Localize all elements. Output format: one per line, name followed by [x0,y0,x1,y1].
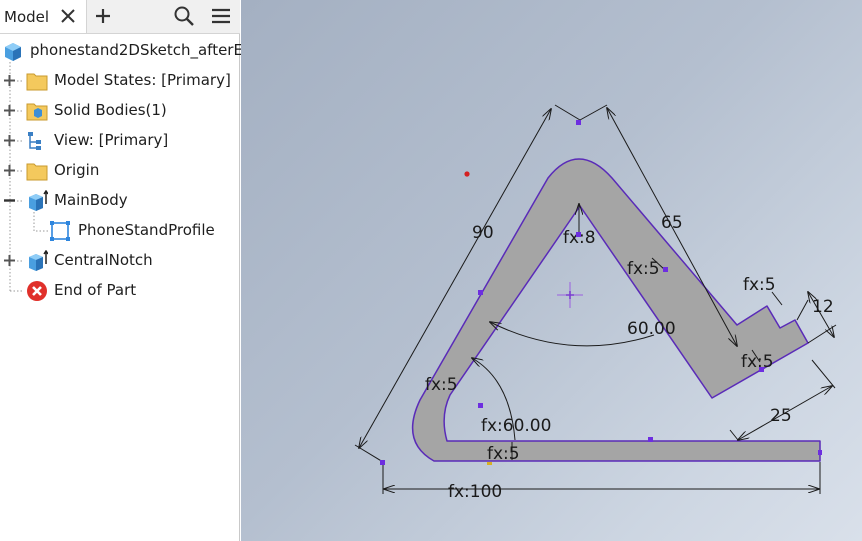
sketch-icon [50,221,70,241]
dim-angle-top-label[interactable]: 60.00 [627,319,676,339]
dim-90-label[interactable]: 90 [472,223,494,243]
close-icon[interactable] [57,5,79,27]
dim-fx5-inner[interactable]: fx:5 [741,349,774,372]
tree-item-origin[interactable]: Origin [0,159,240,183]
tree-item-label: Model States: [Primary] [54,71,231,89]
tree-item-label: View: [Primary] [54,131,169,149]
expand-icon[interactable] [3,104,16,117]
dim-angle-left[interactable]: fx:60.00 [472,358,551,441]
tab-model-label: Model [4,8,50,26]
tree-root[interactable]: phonestand2DSketch_afterExt [0,39,258,63]
tree-item-model-states[interactable]: Model States: [Primary] [0,69,240,93]
dim-fx100[interactable]: fx:100 [382,462,821,502]
origin-point [464,171,470,177]
search-icon[interactable] [173,5,195,27]
graphics-viewport[interactable]: 90 65 fx:8 fx:5 fx:5 12 60.00 fx:5 fx:5 … [241,0,862,541]
expand-icon[interactable] [3,164,16,177]
expand-icon[interactable] [3,134,16,147]
tree-item-label: End of Part [54,281,137,299]
dim-25-label[interactable]: 25 [770,406,792,426]
expand-icon[interactable] [3,254,16,267]
dim-angle-left-label[interactable]: fx:60.00 [481,416,551,436]
dim-angle-top[interactable]: 60.00 [490,319,676,347]
tree-item-label: CentralNotch [54,251,153,269]
model-browser: Model phonestand2DSketch_afterExt Model … [0,0,258,541]
dim-fx5-left[interactable]: fx:5 [425,375,458,395]
tree-item-mainbody[interactable]: MainBody [0,189,240,213]
dim-fx5-notch[interactable]: fx:5 [743,275,783,306]
dim-fx5-left-label[interactable]: fx:5 [425,375,458,395]
root-label: phonestand2DSketch_afterExt [30,41,258,59]
tree-item-label: PhoneStandProfile [78,221,215,239]
tree-item-phonestandprofile[interactable]: PhoneStandProfile [0,219,240,243]
phone-stand-profile[interactable] [411,158,821,462]
part-icon [5,43,21,61]
dim-65-label[interactable]: 65 [661,213,683,233]
dim-fx5-inner-label[interactable]: fx:5 [741,352,774,372]
expand-icon[interactable] [3,74,16,87]
hamburger-menu-icon[interactable] [210,5,232,27]
view-rep-icon [28,132,41,150]
tree-item-end-of-part[interactable]: End of Part [0,279,240,303]
folder-icon [26,163,48,181]
dim-fx8-label[interactable]: fx:8 [563,228,596,248]
dim-fx5-bottom-label[interactable]: fx:5 [487,444,520,464]
extrude-feature-icon [29,250,48,271]
dim-fx5-right-label[interactable]: fx:5 [627,259,660,279]
tree-item-view[interactable]: View: [Primary] [0,129,240,153]
dim-fx100-label[interactable]: fx:100 [448,482,502,502]
tree-item-label: MainBody [54,191,128,209]
extrude-feature-icon [29,190,48,211]
tree-item-centralnotch[interactable]: CentralNotch [0,249,240,273]
folder-icon [26,73,48,91]
sketch-canvas[interactable]: 90 65 fx:8 fx:5 fx:5 12 60.00 fx:5 fx:5 … [241,0,862,541]
dim-fx5-notch-label[interactable]: fx:5 [743,275,776,295]
dim-90[interactable]: 90 [354,104,581,463]
dim-fx5-right[interactable]: fx:5 [627,257,666,279]
collapse-icon[interactable] [3,194,16,207]
tree-item-label: Solid Bodies(1) [54,101,167,119]
tab-model[interactable]: Model [0,0,87,33]
solid-bodies-folder-icon [26,103,48,121]
dim-12-label[interactable]: 12 [812,297,834,317]
tree-item-label: Origin [54,161,100,179]
dim-fx5-bottom[interactable]: fx:5 [487,442,520,464]
plus-icon[interactable] [92,5,114,27]
center-mark [557,282,583,308]
tree-item-solid-bodies[interactable]: Solid Bodies(1) [0,99,240,123]
browser-tab-bar: Model [0,0,240,34]
end-of-part-icon [27,281,47,301]
